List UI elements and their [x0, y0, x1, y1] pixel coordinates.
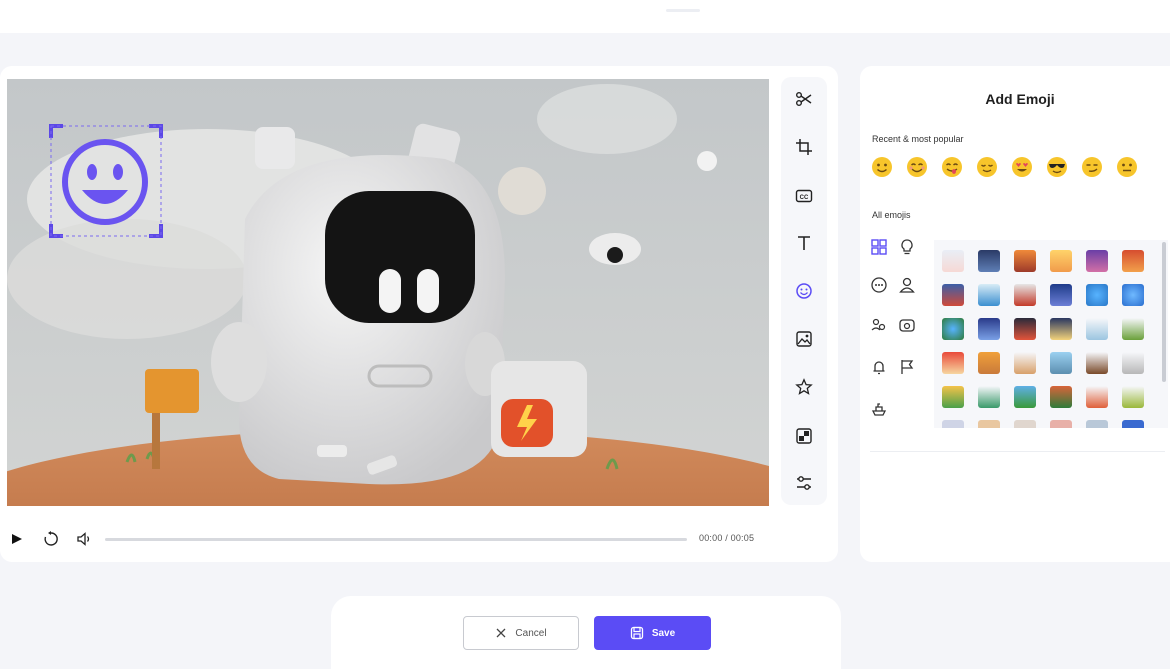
- emoji-cell[interactable]: [1122, 420, 1144, 428]
- emoji-icon[interactable]: [790, 277, 818, 305]
- flag-icon[interactable]: [898, 358, 920, 380]
- ship-icon[interactable]: [870, 400, 892, 422]
- emoji-cell[interactable]: [1086, 386, 1108, 408]
- emoji-cell[interactable]: [942, 250, 964, 272]
- emoji-cell[interactable]: [1050, 352, 1072, 374]
- edit-tools-toolbar: CC: [781, 77, 827, 505]
- emoji-grid: [934, 240, 1168, 428]
- filter-icon[interactable]: [790, 422, 818, 450]
- emoji-cell[interactable]: [1014, 318, 1036, 340]
- svg-text:CC: CC: [800, 195, 809, 201]
- cancel-button[interactable]: Cancel: [463, 616, 579, 650]
- replay-icon[interactable]: [42, 530, 60, 548]
- save-icon: [630, 626, 643, 640]
- slightly-smiling-emoji[interactable]: [870, 155, 894, 179]
- top-bar: [0, 0, 1170, 33]
- recent-section-label: Recent & most popular: [872, 134, 964, 144]
- close-icon: [496, 628, 506, 638]
- emoji-cell[interactable]: [942, 284, 964, 306]
- play-icon[interactable]: [8, 530, 26, 548]
- emoji-cell[interactable]: [978, 318, 1000, 340]
- emoji-category-tabs: [870, 238, 930, 428]
- recent-emoji-row: [870, 155, 1170, 179]
- panel-divider: [870, 451, 1165, 452]
- emoji-cell[interactable]: [942, 318, 964, 340]
- emoji-cell[interactable]: [1014, 250, 1036, 272]
- save-button[interactable]: Save: [594, 616, 711, 650]
- emoji-cell[interactable]: [1122, 250, 1144, 272]
- timeline-track[interactable]: [105, 538, 687, 541]
- emoji-cell[interactable]: [978, 250, 1000, 272]
- group-icon[interactable]: [870, 316, 892, 338]
- emoji-cell[interactable]: [1086, 284, 1108, 306]
- relieved-emoji[interactable]: [975, 155, 999, 179]
- image-icon[interactable]: [790, 325, 818, 353]
- yum-emoji[interactable]: [940, 155, 964, 179]
- emoji-cell[interactable]: [942, 420, 964, 428]
- person-icon[interactable]: [898, 276, 920, 298]
- cancel-button-label: Cancel: [515, 627, 547, 639]
- smiling-eyes-emoji[interactable]: [905, 155, 929, 179]
- emoji-cell[interactable]: [1122, 386, 1144, 408]
- playback-controls: 00:00 / 00:05: [0, 527, 838, 553]
- smirk-emoji[interactable]: [1080, 155, 1104, 179]
- emoji-cell[interactable]: [978, 352, 1000, 374]
- emoji-cell[interactable]: [1086, 420, 1108, 428]
- save-button-label: Save: [651, 627, 676, 639]
- emoji-grid-scrollbar[interactable]: [1162, 242, 1166, 382]
- emoji-cell[interactable]: [1122, 318, 1144, 340]
- emoji-panel: Add Emoji Recent & most popular All emoj…: [860, 66, 1170, 562]
- text-icon[interactable]: [790, 229, 818, 257]
- bulb-icon[interactable]: [898, 238, 920, 260]
- emoji-cell[interactable]: [1122, 284, 1144, 306]
- all-emojis-label: All emojis: [872, 210, 911, 220]
- emoji-cell[interactable]: [1086, 318, 1108, 340]
- neutral-emoji[interactable]: [1115, 155, 1139, 179]
- emoji-cell[interactable]: [1014, 284, 1036, 306]
- volume-icon[interactable]: [75, 530, 93, 548]
- captions-icon[interactable]: CC: [790, 182, 818, 210]
- heart-eyes-emoji[interactable]: [1010, 155, 1034, 179]
- emoji-cell[interactable]: [1122, 352, 1144, 374]
- emoji-sticker-overlay[interactable]: [49, 124, 163, 238]
- top-bar-handle: [666, 9, 700, 12]
- panel-title: Add Emoji: [985, 91, 1055, 107]
- timecode: 00:00 / 00:05: [699, 533, 755, 543]
- emoji-cell[interactable]: [1014, 352, 1036, 374]
- emoji-cell[interactable]: [1050, 284, 1072, 306]
- face-icon[interactable]: [870, 276, 892, 298]
- emoji-cell[interactable]: [1086, 250, 1108, 272]
- emoji-cell[interactable]: [1014, 386, 1036, 408]
- emoji-cell[interactable]: [942, 352, 964, 374]
- emoji-cell[interactable]: [1050, 420, 1072, 428]
- smiley-sticker-icon: [49, 124, 163, 238]
- crop-icon[interactable]: [790, 133, 818, 161]
- emoji-cell[interactable]: [978, 284, 1000, 306]
- adjust-icon[interactable]: [790, 469, 818, 497]
- emoji-cell[interactable]: [942, 386, 964, 408]
- footer-bar: Cancel Save: [331, 596, 841, 669]
- star-icon[interactable]: [790, 373, 818, 401]
- emoji-cell[interactable]: [978, 386, 1000, 408]
- bell-icon[interactable]: [870, 358, 892, 380]
- emoji-cell[interactable]: [1050, 250, 1072, 272]
- grid-icon[interactable]: [870, 238, 892, 260]
- emoji-cell[interactable]: [1014, 420, 1036, 428]
- sunglasses-emoji[interactable]: [1045, 155, 1069, 179]
- emoji-cell[interactable]: [978, 420, 1000, 428]
- phone-icon[interactable]: [898, 316, 920, 338]
- emoji-cell[interactable]: [1050, 386, 1072, 408]
- emoji-cell[interactable]: [1086, 352, 1108, 374]
- scissors-icon[interactable]: [790, 85, 818, 113]
- emoji-cell[interactable]: [1050, 318, 1072, 340]
